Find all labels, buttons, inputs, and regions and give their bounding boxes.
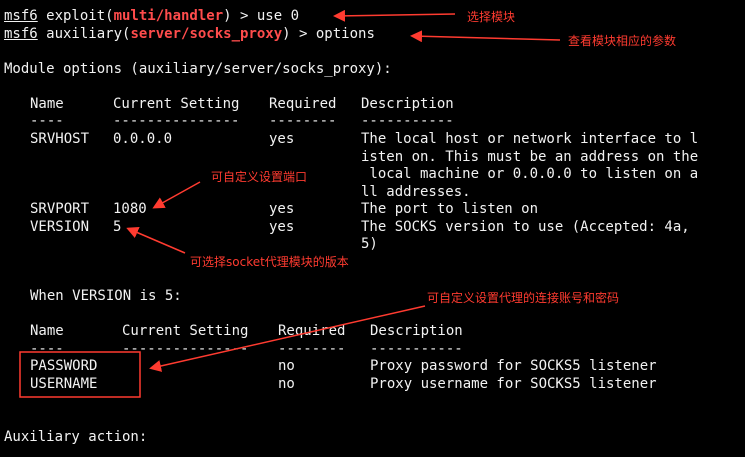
arrow-view-params [410, 30, 561, 43]
arrow-custom-account [149, 305, 426, 372]
annotation-overlay [19, 9, 561, 398]
annotation-select-module: 选择模块 [467, 10, 516, 24]
arrow-select-module [333, 9, 456, 22]
annotation-view-params: 查看模块相应的参数 [568, 34, 677, 48]
highlight-box-credentials [19, 351, 141, 398]
arrow-custom-port [152, 181, 201, 209]
annotation-custom-port: 可自定义设置端口 [211, 170, 308, 184]
annotation-select-version: 可选择socket代理模块的版本 [190, 255, 349, 269]
arrow-select-version [126, 227, 186, 254]
annotation-custom-account: 可自定义设置代理的连接账号和密码 [427, 291, 620, 305]
